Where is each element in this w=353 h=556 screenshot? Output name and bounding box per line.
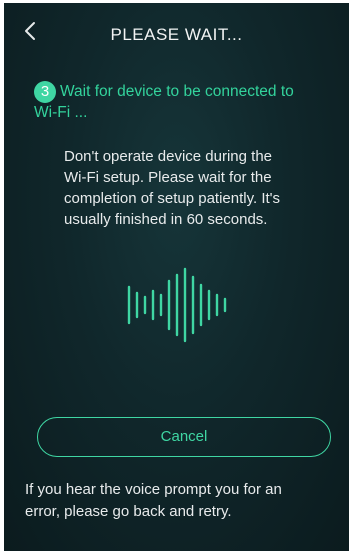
step-text: Wait for device to be connected to Wi-Fi… xyxy=(34,81,334,123)
note-line1: If you hear the voice prompt you for an xyxy=(25,481,282,498)
step-text-line2: Wi-Fi ... xyxy=(34,104,88,121)
step-text-line1: Wait for device to be connected to xyxy=(60,83,294,100)
setup-description: Don't operate device during the Wi-Fi se… xyxy=(64,146,334,230)
note-line2: error, please go back and retry. xyxy=(25,503,232,520)
description-line2: Wi-Fi setup. Please wait for the xyxy=(64,169,272,186)
step-indicator: 3 Wait for device to be connected to Wi-… xyxy=(34,81,334,123)
app-screen: PLEASE WAIT... 3 Wait for device to be c… xyxy=(4,3,349,551)
description-line3: completion of setup patiently. It's xyxy=(64,190,281,207)
description-line1: Don't operate device during the xyxy=(64,148,273,165)
page-title: PLEASE WAIT... xyxy=(110,25,243,44)
step-number-badge: 3 xyxy=(34,81,56,103)
voice-prompt-note: If you hear the voice prompt you for an … xyxy=(25,479,340,523)
sound-wave-icon xyxy=(127,267,227,343)
description-line4: usually finished in 60 seconds. xyxy=(64,211,268,228)
cancel-button[interactable]: Cancel xyxy=(37,417,331,457)
